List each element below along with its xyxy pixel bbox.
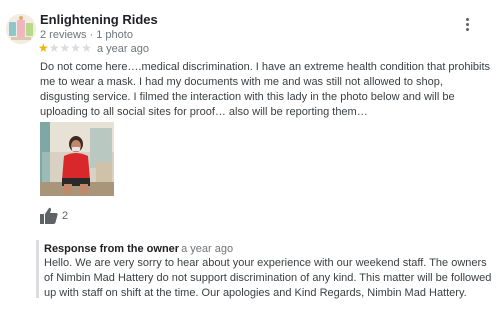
star-icon: ★	[48, 41, 60, 55]
star-icon: ★	[38, 41, 49, 55]
star-icon: ★	[70, 41, 82, 55]
owner-response-header: Response from the owner a year ago	[44, 243, 233, 255]
review-photo[interactable]	[40, 122, 114, 196]
star-rating: ★★★★★	[38, 41, 92, 55]
review-time: a year ago	[97, 43, 149, 55]
review-text: Do not come here….medical discrimination…	[40, 61, 491, 118]
thumbs-up-icon[interactable]	[40, 207, 58, 224]
owner-response-title: Response from the owner	[44, 243, 180, 255]
more-vert-icon[interactable]	[459, 18, 475, 36]
response-divider	[36, 240, 39, 298]
reviewer-name[interactable]: Enlightening Rides	[40, 12, 158, 27]
owner-response-text: Hello. We are very sorry to hear about y…	[44, 257, 492, 299]
avatar[interactable]	[6, 14, 36, 44]
reviewer-meta: 2 reviews · 1 photo	[40, 29, 133, 41]
avatar-image	[6, 14, 36, 44]
star-icon: ★	[81, 41, 92, 55]
owner-response-time: a year ago	[181, 243, 234, 255]
star-icon: ★	[59, 41, 71, 55]
like-count: 2	[62, 210, 69, 222]
